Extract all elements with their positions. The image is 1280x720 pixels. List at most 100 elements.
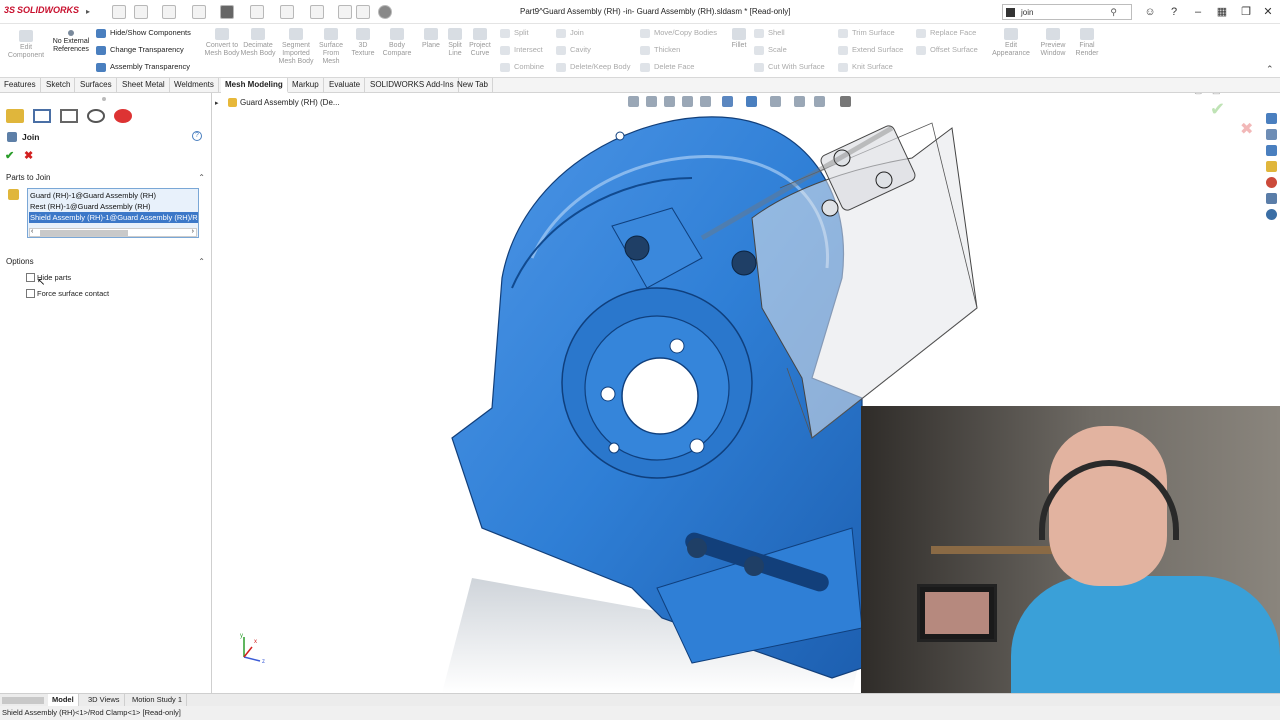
- open-icon[interactable]: [162, 5, 176, 19]
- redo-icon[interactable]: [280, 5, 294, 19]
- file-properties-icon[interactable]: [356, 5, 370, 19]
- force-surface-contact-checkbox[interactable]: [26, 289, 35, 298]
- tab-solidworks-add-ins[interactable]: SOLIDWORKS Add-Ins: [366, 78, 459, 93]
- feature-manager-tab-icon[interactable]: [6, 109, 24, 123]
- tab-features[interactable]: Features: [0, 78, 41, 93]
- feature-tree-root[interactable]: Guard Assembly (RH) (De...: [228, 98, 340, 108]
- segment-imported-mesh-body-button[interactable]: Segment Imported Mesh Body: [278, 28, 314, 66]
- expand-menu-icon[interactable]: ▸: [86, 7, 90, 16]
- edit-appearance-button[interactable]: Edit Appearance: [988, 28, 1034, 58]
- panel-splitter[interactable]: [102, 97, 106, 101]
- cut-with-surface-button[interactable]: Cut With Surface: [754, 62, 825, 72]
- viewport-pin-icon[interactable]: ▢: [1194, 93, 1203, 96]
- viewport-split-icon[interactable]: ▣: [1212, 93, 1221, 96]
- confirmation-corner-ok-icon[interactable]: ✔: [1210, 99, 1225, 120]
- list-item-selected[interactable]: Shield Assembly (RH)-1@Guard Assembly (R…: [29, 212, 198, 223]
- list-horizontal-scrollbar[interactable]: ‹ ›: [29, 228, 197, 237]
- replace-face-button[interactable]: Replace Face: [916, 28, 976, 38]
- undo-icon[interactable]: [250, 5, 264, 19]
- scrollbar-thumb[interactable]: [40, 230, 128, 236]
- scroll-right-icon[interactable]: ›: [192, 228, 194, 235]
- tab-new-tab[interactable]: New Tab: [453, 78, 493, 93]
- task-pane-file-explorer-icon[interactable]: [1266, 161, 1277, 172]
- knit-surface-button[interactable]: Knit Surface: [838, 62, 893, 72]
- solidworks-logo[interactable]: 3S SOLIDWORKS: [4, 5, 79, 15]
- extend-surface-button[interactable]: Extend Surface: [838, 45, 903, 55]
- cavity-button[interactable]: Cavity: [556, 45, 591, 55]
- viewport-minimize-icon[interactable]: –: [1230, 93, 1235, 95]
- confirmation-corner-cancel-icon[interactable]: ✖: [1240, 119, 1253, 139]
- task-pane-appearances-icon[interactable]: [1266, 177, 1277, 188]
- display-manager-tab-icon[interactable]: [114, 109, 132, 123]
- print-icon[interactable]: [220, 5, 234, 19]
- thicken-button[interactable]: Thicken: [640, 45, 680, 55]
- hide-show-items-icon[interactable]: [770, 96, 781, 107]
- split-button[interactable]: Split: [500, 28, 529, 38]
- ok-check-button[interactable]: ✔: [5, 149, 14, 162]
- collapse-ribbon-icon[interactable]: ⌃: [1266, 64, 1274, 75]
- tab-markup[interactable]: Markup: [288, 78, 324, 93]
- minimize-icon[interactable]: –: [1190, 4, 1206, 20]
- display-style-icon[interactable]: [746, 96, 757, 107]
- hide-show-components-button[interactable]: Hide/Show Components: [96, 28, 191, 38]
- tab-surfaces[interactable]: Surfaces: [76, 78, 117, 93]
- rebuild-icon[interactable]: [338, 5, 352, 19]
- user-icon[interactable]: ☺: [1142, 4, 1158, 20]
- scale-button[interactable]: Scale: [754, 45, 787, 55]
- intersect-button[interactable]: Intersect: [500, 45, 543, 55]
- change-transparency-button[interactable]: Change Transparency: [96, 45, 184, 55]
- tab-evaluate[interactable]: Evaluate: [325, 78, 366, 93]
- offset-surface-button[interactable]: Offset Surface: [916, 45, 978, 55]
- collapse-chevron-icon[interactable]: ⌃: [198, 255, 205, 269]
- tab-weldments[interactable]: Weldments: [170, 78, 219, 93]
- scroll-left-icon[interactable]: ‹: [31, 228, 33, 235]
- delete-face-button[interactable]: Delete Face: [640, 62, 694, 72]
- section-view-icon[interactable]: [682, 96, 693, 107]
- search-icon[interactable]: ⚲: [1110, 7, 1117, 18]
- surface-from-mesh-button[interactable]: Surface From Mesh: [314, 28, 348, 66]
- configuration-manager-tab-icon[interactable]: [60, 109, 78, 123]
- preview-window-button[interactable]: Preview Window: [1034, 28, 1072, 58]
- list-item[interactable]: Rest (RH)-1@Guard Assembly (RH): [29, 201, 198, 212]
- edit-appearance-icon[interactable]: [794, 96, 805, 107]
- task-pane-resources-icon[interactable]: [1266, 129, 1277, 140]
- tab-mesh-modeling[interactable]: Mesh Modeling: [221, 78, 288, 93]
- tile-windows-icon[interactable]: ▦: [1214, 4, 1230, 20]
- tab-sheet-metal[interactable]: Sheet Metal: [118, 78, 170, 93]
- final-render-button[interactable]: Final Render: [1072, 28, 1102, 58]
- new-document-icon[interactable]: [134, 5, 148, 19]
- edit-component-button[interactable]: Edit Component: [4, 30, 48, 60]
- tab-scroll-arrows-icon[interactable]: [2, 697, 44, 704]
- body-compare-button[interactable]: Body Compare: [380, 28, 414, 58]
- tab-sketch[interactable]: Sketch: [42, 78, 76, 93]
- join-button[interactable]: Join: [556, 28, 584, 38]
- task-pane-design-library-icon[interactable]: [1266, 145, 1277, 156]
- cancel-x-button[interactable]: ✖: [24, 149, 33, 162]
- help-icon[interactable]: ?: [1166, 4, 1182, 20]
- delete-keep-body-button[interactable]: Delete/Keep Body: [556, 62, 630, 72]
- property-manager-tab-icon[interactable]: [33, 109, 51, 123]
- parts-to-join-section-header[interactable]: Parts to Join ⌃: [0, 171, 211, 185]
- zoom-to-fit-icon[interactable]: [628, 96, 639, 107]
- view-orientation-icon[interactable]: [722, 96, 733, 107]
- save-icon[interactable]: [192, 5, 206, 19]
- shell-button[interactable]: Shell: [754, 28, 785, 38]
- split-line-button[interactable]: Split Line: [444, 28, 466, 58]
- assembly-transparency-button[interactable]: Assembly Transparency: [96, 62, 190, 72]
- dimxpert-tab-icon[interactable]: [87, 109, 105, 123]
- previous-view-icon[interactable]: [664, 96, 675, 107]
- 3d-texture-button[interactable]: 3D Texture: [348, 28, 378, 58]
- convert-to-mesh-body-button[interactable]: Convert to Mesh Body: [204, 28, 240, 58]
- zoom-to-area-icon[interactable]: [646, 96, 657, 107]
- task-pane-home-icon[interactable]: [1266, 113, 1277, 124]
- close-icon[interactable]: ✕: [1260, 4, 1276, 20]
- project-curve-button[interactable]: Project Curve: [466, 28, 494, 58]
- trim-surface-button[interactable]: Trim Surface: [838, 28, 895, 38]
- collapse-chevron-icon[interactable]: ⌃: [198, 171, 205, 185]
- combine-button[interactable]: Combine: [500, 62, 544, 72]
- list-item[interactable]: Guard (RH)-1@Guard Assembly (RH): [29, 190, 198, 201]
- view-settings-icon[interactable]: [840, 96, 851, 107]
- plane-button[interactable]: Plane: [418, 28, 444, 50]
- options-section-header[interactable]: Options ⌃: [0, 255, 211, 269]
- move-copy-bodies-button[interactable]: Move/Copy Bodies: [640, 28, 717, 38]
